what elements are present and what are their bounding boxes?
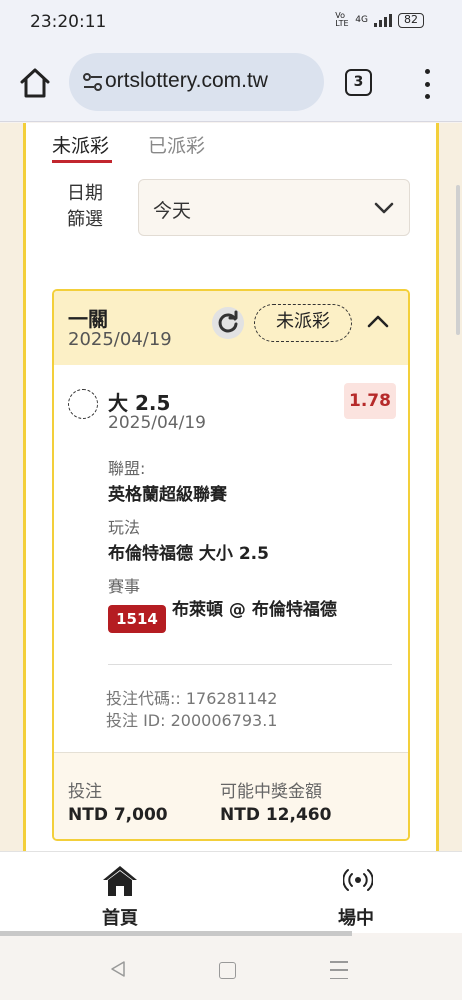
network-type: 4G	[355, 15, 368, 25]
chevron-up-icon[interactable]	[366, 311, 390, 331]
payout-value: NTD 12,460	[220, 805, 332, 825]
status-bar: 23:20:11 Vo LTE 4G 82	[0, 0, 462, 44]
status-badge: 未派彩	[254, 304, 352, 342]
market-label: 玩法	[108, 518, 141, 537]
nav-live-label[interactable]: 場中	[338, 904, 374, 930]
bet-id: 投注 ID: 200006793.1	[106, 711, 278, 730]
home-icon[interactable]	[18, 66, 52, 100]
tab-unpaid[interactable]: 未派彩	[52, 131, 109, 158]
event-label: 賽事	[108, 577, 141, 596]
bet-card-header[interactable]: 一關 2025/04/19 未派彩	[54, 291, 408, 365]
bottom-nav: 首頁 場中	[0, 851, 462, 933]
bet-date: 2025/04/19	[68, 329, 172, 350]
active-tab-indicator	[52, 160, 112, 163]
tab-switcher-button[interactable]: 3	[345, 69, 372, 96]
live-broadcast-icon[interactable]	[343, 868, 373, 892]
event-name: 布萊頓 @ 布倫特福德	[172, 600, 337, 620]
address-bar[interactable]: ortslottery.com.tw	[69, 53, 324, 111]
league-label: 聯盟:	[108, 459, 146, 478]
home-nav-icon[interactable]	[101, 864, 139, 898]
browser-toolbar: ortslottery.com.tw 3	[0, 44, 462, 122]
bet-type: 一關	[68, 307, 108, 331]
selection-radio[interactable]	[68, 389, 98, 419]
site-settings-icon[interactable]	[81, 70, 105, 94]
bet-code: 投注代碼:: 176281142	[106, 689, 278, 708]
battery-icon: 82	[398, 12, 424, 28]
event-number-badge: 1514	[108, 605, 166, 633]
back-icon[interactable]	[108, 959, 128, 979]
page-content: 未派彩 已派彩 日期篩選 今天 一關 2025/04/19 未派彩 大 2.5 …	[0, 123, 462, 851]
system-navigation-bar	[0, 937, 462, 1000]
date-filter-label: 日期篩選	[67, 183, 103, 230]
url-text: ortslottery.com.tw	[105, 69, 268, 92]
league-value: 英格蘭超級聯賽	[108, 485, 227, 505]
date-filter-value: 今天	[153, 200, 192, 222]
payout-label: 可能中獎金額	[220, 782, 322, 802]
system-home-icon[interactable]	[219, 962, 236, 979]
volte-icon: Vo LTE	[335, 11, 349, 28]
date-filter-select[interactable]: 今天	[138, 179, 410, 236]
signal-icon	[374, 13, 392, 27]
more-menu-icon[interactable]	[420, 69, 434, 99]
tab-paid[interactable]: 已派彩	[148, 131, 205, 158]
market-value: 布倫特福德 大小 2.5	[108, 544, 269, 564]
page-scrollbar[interactable]	[456, 185, 460, 335]
stake-value: NTD 7,000	[68, 805, 168, 825]
recent-apps-icon[interactable]	[330, 961, 348, 979]
nav-home-label[interactable]: 首頁	[102, 904, 138, 930]
selection-date: 2025/04/19	[108, 413, 206, 433]
divider	[108, 664, 392, 665]
bet-card-footer: 投注 NTD 7,000 可能中獎金額 NTD 12,460	[54, 752, 408, 839]
status-time: 23:20:11	[30, 12, 107, 32]
status-icons: Vo LTE 4G 82	[335, 12, 424, 28]
chevron-down-icon	[374, 202, 394, 214]
stake-label: 投注	[68, 782, 102, 802]
horizontal-scrollbar[interactable]	[0, 931, 352, 936]
refresh-icon[interactable]	[212, 307, 244, 339]
odds-badge: 1.78	[344, 383, 396, 419]
selection-name: 大 2.5	[108, 391, 171, 415]
bet-card: 一關 2025/04/19 未派彩 大 2.5 2025/04/19 1.78 …	[52, 289, 410, 841]
